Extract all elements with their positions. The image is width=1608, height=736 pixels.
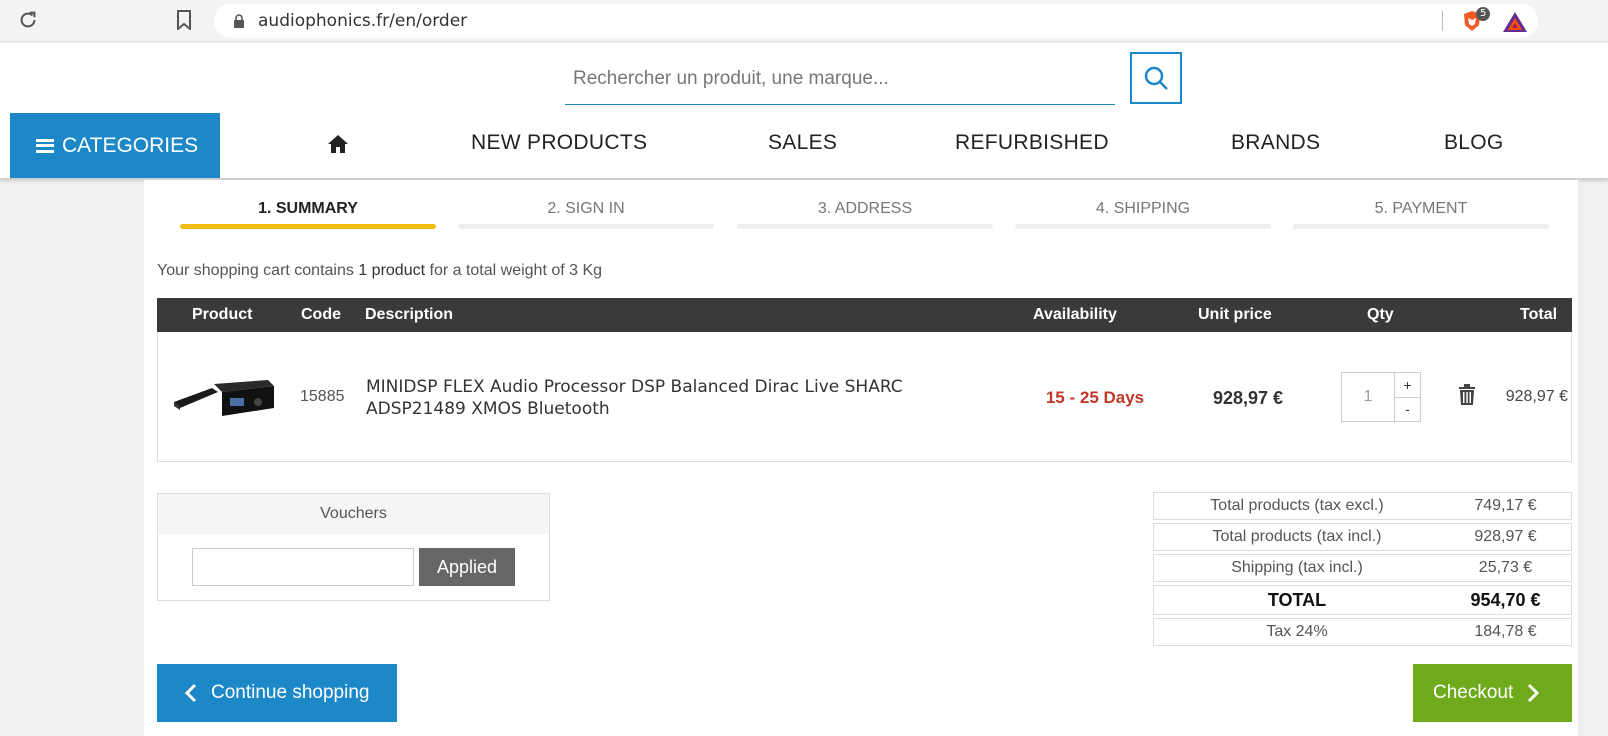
table-row: 15885 MINIDSP FLEX Audio Processor DSP B… [157,332,1572,462]
cart-summary: Your shopping cart contains 1 product fo… [157,262,602,280]
search-input[interactable] [565,53,1115,105]
nav-refurbished[interactable]: REFURBISHED [955,131,1109,155]
shipping-row: Shipping (tax incl.) 25,73 € [1153,554,1572,582]
header-code: Code [301,306,341,323]
nav-sales[interactable]: SALES [768,131,837,155]
categories-button[interactable]: CATEGORIES [10,113,220,178]
total-label: Tax 24% [1266,623,1328,640]
product-image[interactable] [170,372,278,420]
quantity-stepper: + - [1341,372,1421,422]
grand-total-row: TOTAL 954,70 € [1153,585,1572,615]
total-label: TOTAL [1267,589,1327,610]
step-address[interactable]: 3. ADDRESS [737,200,993,218]
cart-summary-prefix: Your shopping cart contains [157,262,359,279]
site-header: CATEGORIES NEW PRODUCTS SALES REFURBISHE… [0,43,1608,179]
step-payment-bar [1293,224,1549,229]
total-label: Total products (tax excl.) [1210,497,1384,514]
step-payment[interactable]: 5. PAYMENT [1293,200,1549,218]
step-sign-in[interactable]: 2. SIGN IN [458,200,714,218]
bat-icon[interactable] [1502,10,1528,34]
total-value: 184,78 € [1474,623,1537,640]
lock-icon [234,14,244,28]
totals-table: Total products (tax excl.) 749,17 € Tota… [1153,492,1572,649]
shield-badge: 5 [1476,7,1491,21]
total-products-incl-row: Total products (tax incl.) 928,97 € [1153,523,1572,551]
total-label: Total products (tax incl.) [1212,528,1382,545]
categories-label: CATEGORIES [62,133,199,157]
bookmark-icon[interactable] [176,10,192,30]
cart-summary-suffix: for a total weight of 3 Kg [425,262,603,279]
total-label: Shipping (tax incl.) [1231,559,1363,576]
product-code: 15885 [300,388,345,405]
header-availability: Availability [1033,306,1117,323]
quantity-input[interactable] [1342,373,1394,421]
step-address-bar [737,224,993,229]
product-total: 928,97 € [1505,388,1568,405]
total-value: 25,73 € [1478,559,1533,576]
checkout-label: Checkout [1433,682,1514,703]
continue-shopping-button[interactable]: Continue shopping [157,664,397,722]
quantity-decrease-button[interactable]: - [1395,396,1420,422]
product-availability: 15 - 25 Days [1045,388,1145,407]
continue-shopping-label: Continue shopping [211,682,370,703]
cart-summary-count: 1 product [358,262,426,279]
total-value: 954,70 € [1470,589,1541,610]
tax-row: Tax 24% 184,78 € [1153,618,1572,646]
header-unit-price: Unit price [1198,306,1272,323]
voucher-code-input[interactable] [192,548,414,586]
product-unit-price: 928,97 € [1212,388,1284,408]
chevron-right-icon [1528,683,1540,703]
search-icon [1144,66,1168,90]
header-qty: Qty [1367,306,1394,323]
nav-blog[interactable]: BLOG [1444,131,1504,155]
checkout-button[interactable]: Checkout [1413,664,1572,722]
trash-icon[interactable] [1458,384,1476,406]
divider [1442,11,1443,31]
nav-brands[interactable]: BRANDS [1231,131,1320,155]
step-summary: 1. SUMMARY [258,200,358,217]
home-icon[interactable] [327,134,349,154]
nav-new-products[interactable]: NEW PRODUCTS [471,131,647,155]
table-header: Product Code Description Availability Un… [157,298,1572,332]
cart-table: Product Code Description Availability Un… [157,298,1572,462]
step-sign-in-bar [458,224,714,229]
vouchers-box: Vouchers Applied [157,493,550,601]
total-value: 928,97 € [1474,528,1537,545]
search-button[interactable] [1130,52,1182,104]
menu-icon [36,138,54,153]
step-shipping[interactable]: 4. SHIPPING [1015,200,1271,218]
url-text: audiophonics.fr/en/order [258,11,468,31]
address-bar[interactable]: audiophonics.fr/en/order 5 [214,4,1538,38]
total-value: 749,17 € [1474,497,1537,514]
total-products-excl-row: Total products (tax excl.) 749,17 € [1153,492,1572,520]
product-description[interactable]: MINIDSP FLEX Audio Processor DSP Balance… [366,376,966,420]
reload-icon[interactable] [17,9,39,31]
header-total: Total [1520,306,1558,323]
quantity-increase-button[interactable]: + [1395,373,1420,397]
step-summary-bar [180,224,436,229]
header-product: Product [192,306,253,323]
chevron-left-icon [185,683,197,703]
step-shipping-bar [1015,224,1271,229]
vouchers-title: Vouchers [158,494,549,534]
header-description: Description [365,306,454,323]
browser-toolbar: audiophonics.fr/en/order 5 [0,0,1608,42]
voucher-apply-button[interactable]: Applied [419,548,515,586]
